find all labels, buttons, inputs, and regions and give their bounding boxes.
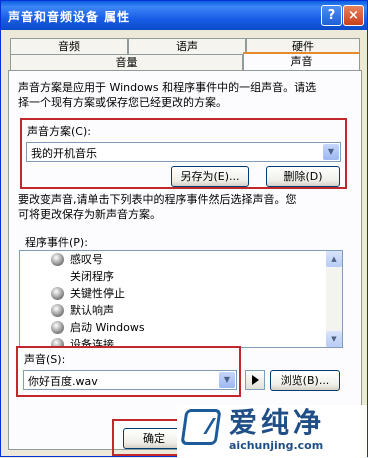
scroll-down-icon[interactable]: ▼ — [326, 331, 342, 347]
sound-value: 你好百度.wav — [28, 375, 98, 388]
scheme-label: 声音方案(C): — [27, 125, 91, 138]
play-icon[interactable] — [245, 370, 265, 390]
list-item[interactable]: 启动 Windows — [20, 319, 342, 336]
speaker-icon — [51, 321, 64, 334]
watermark: 爱纯净 aichunjing.com — [177, 405, 367, 458]
tab-sounds[interactable]: 声音 — [243, 52, 360, 70]
instructions-line-1: 要改变声音,请单击下列表中的程序事件然后选择声音。您 — [18, 193, 297, 206]
scroll-up-icon[interactable]: ▲ — [326, 251, 342, 267]
chevron-down-icon[interactable]: ▼ — [323, 144, 339, 160]
sound-file-dropdown[interactable]: 你好百度.wav ▼ — [23, 370, 237, 390]
browse-button[interactable]: 浏览(B)... — [270, 370, 340, 391]
watermark-text: 爱纯净 — [229, 406, 326, 439]
help-button[interactable]: ? — [321, 5, 342, 26]
speaker-icon — [51, 304, 64, 317]
tab-volume[interactable]: 音量 — [10, 54, 243, 70]
speaker-icon — [51, 338, 64, 347]
ok-button[interactable]: 确定 — [123, 428, 185, 449]
instructions-line-2: 可将更改保存为新声音方案。 — [18, 208, 161, 221]
tab-voice[interactable]: 语声 — [128, 38, 246, 54]
description-line-2: 择一个现有方案或保存您已经更改的方案。 — [18, 96, 227, 109]
events-label: 程序事件(P): — [25, 236, 88, 249]
list-item[interactable]: 关键性停止 — [20, 285, 342, 302]
close-button[interactable]: × — [343, 5, 364, 26]
list-item[interactable]: 默认响声 — [20, 302, 342, 319]
delete-button[interactable]: 删除(D) — [266, 166, 340, 187]
list-item[interactable]: 关闭程序 — [20, 268, 342, 285]
tab-audio[interactable]: 音频 — [10, 38, 128, 54]
speaker-icon — [51, 253, 64, 266]
speaker-icon — [51, 287, 64, 300]
watermark-url: aichunjing.com — [229, 439, 324, 452]
chevron-down-icon[interactable]: ▼ — [219, 372, 235, 388]
sound-label: 声音(S): — [24, 353, 66, 366]
save-as-button[interactable]: 另存为(E)... — [171, 166, 249, 187]
list-item[interactable]: 设备连接 — [20, 336, 342, 347]
scheme-value: 我的开机音乐 — [31, 147, 97, 160]
description-line-1: 声音方案是应用于 Windows 和程序事件中的一组声音。请选 — [18, 81, 317, 94]
watermark-logo-icon — [180, 409, 222, 445]
sound-scheme-dropdown[interactable]: 我的开机音乐 ▼ — [26, 142, 341, 162]
list-item[interactable]: 感叹号 — [20, 251, 342, 268]
program-events-list[interactable]: 感叹号 关闭程序 关键性停止 默认响声 启动 Windows 设备连接 ▲ ▼ — [19, 250, 343, 348]
sound-properties-window: 声音和音频设备 属性 ? × 音频 语声 硬件 音量 声音 声音方案是应用于 W… — [0, 0, 368, 458]
window-title: 声音和音频设备 属性 — [8, 10, 131, 24]
title-bar[interactable]: 声音和音频设备 属性 ? × — [1, 1, 367, 30]
events-scrollbar[interactable]: ▲ ▼ — [326, 251, 342, 347]
